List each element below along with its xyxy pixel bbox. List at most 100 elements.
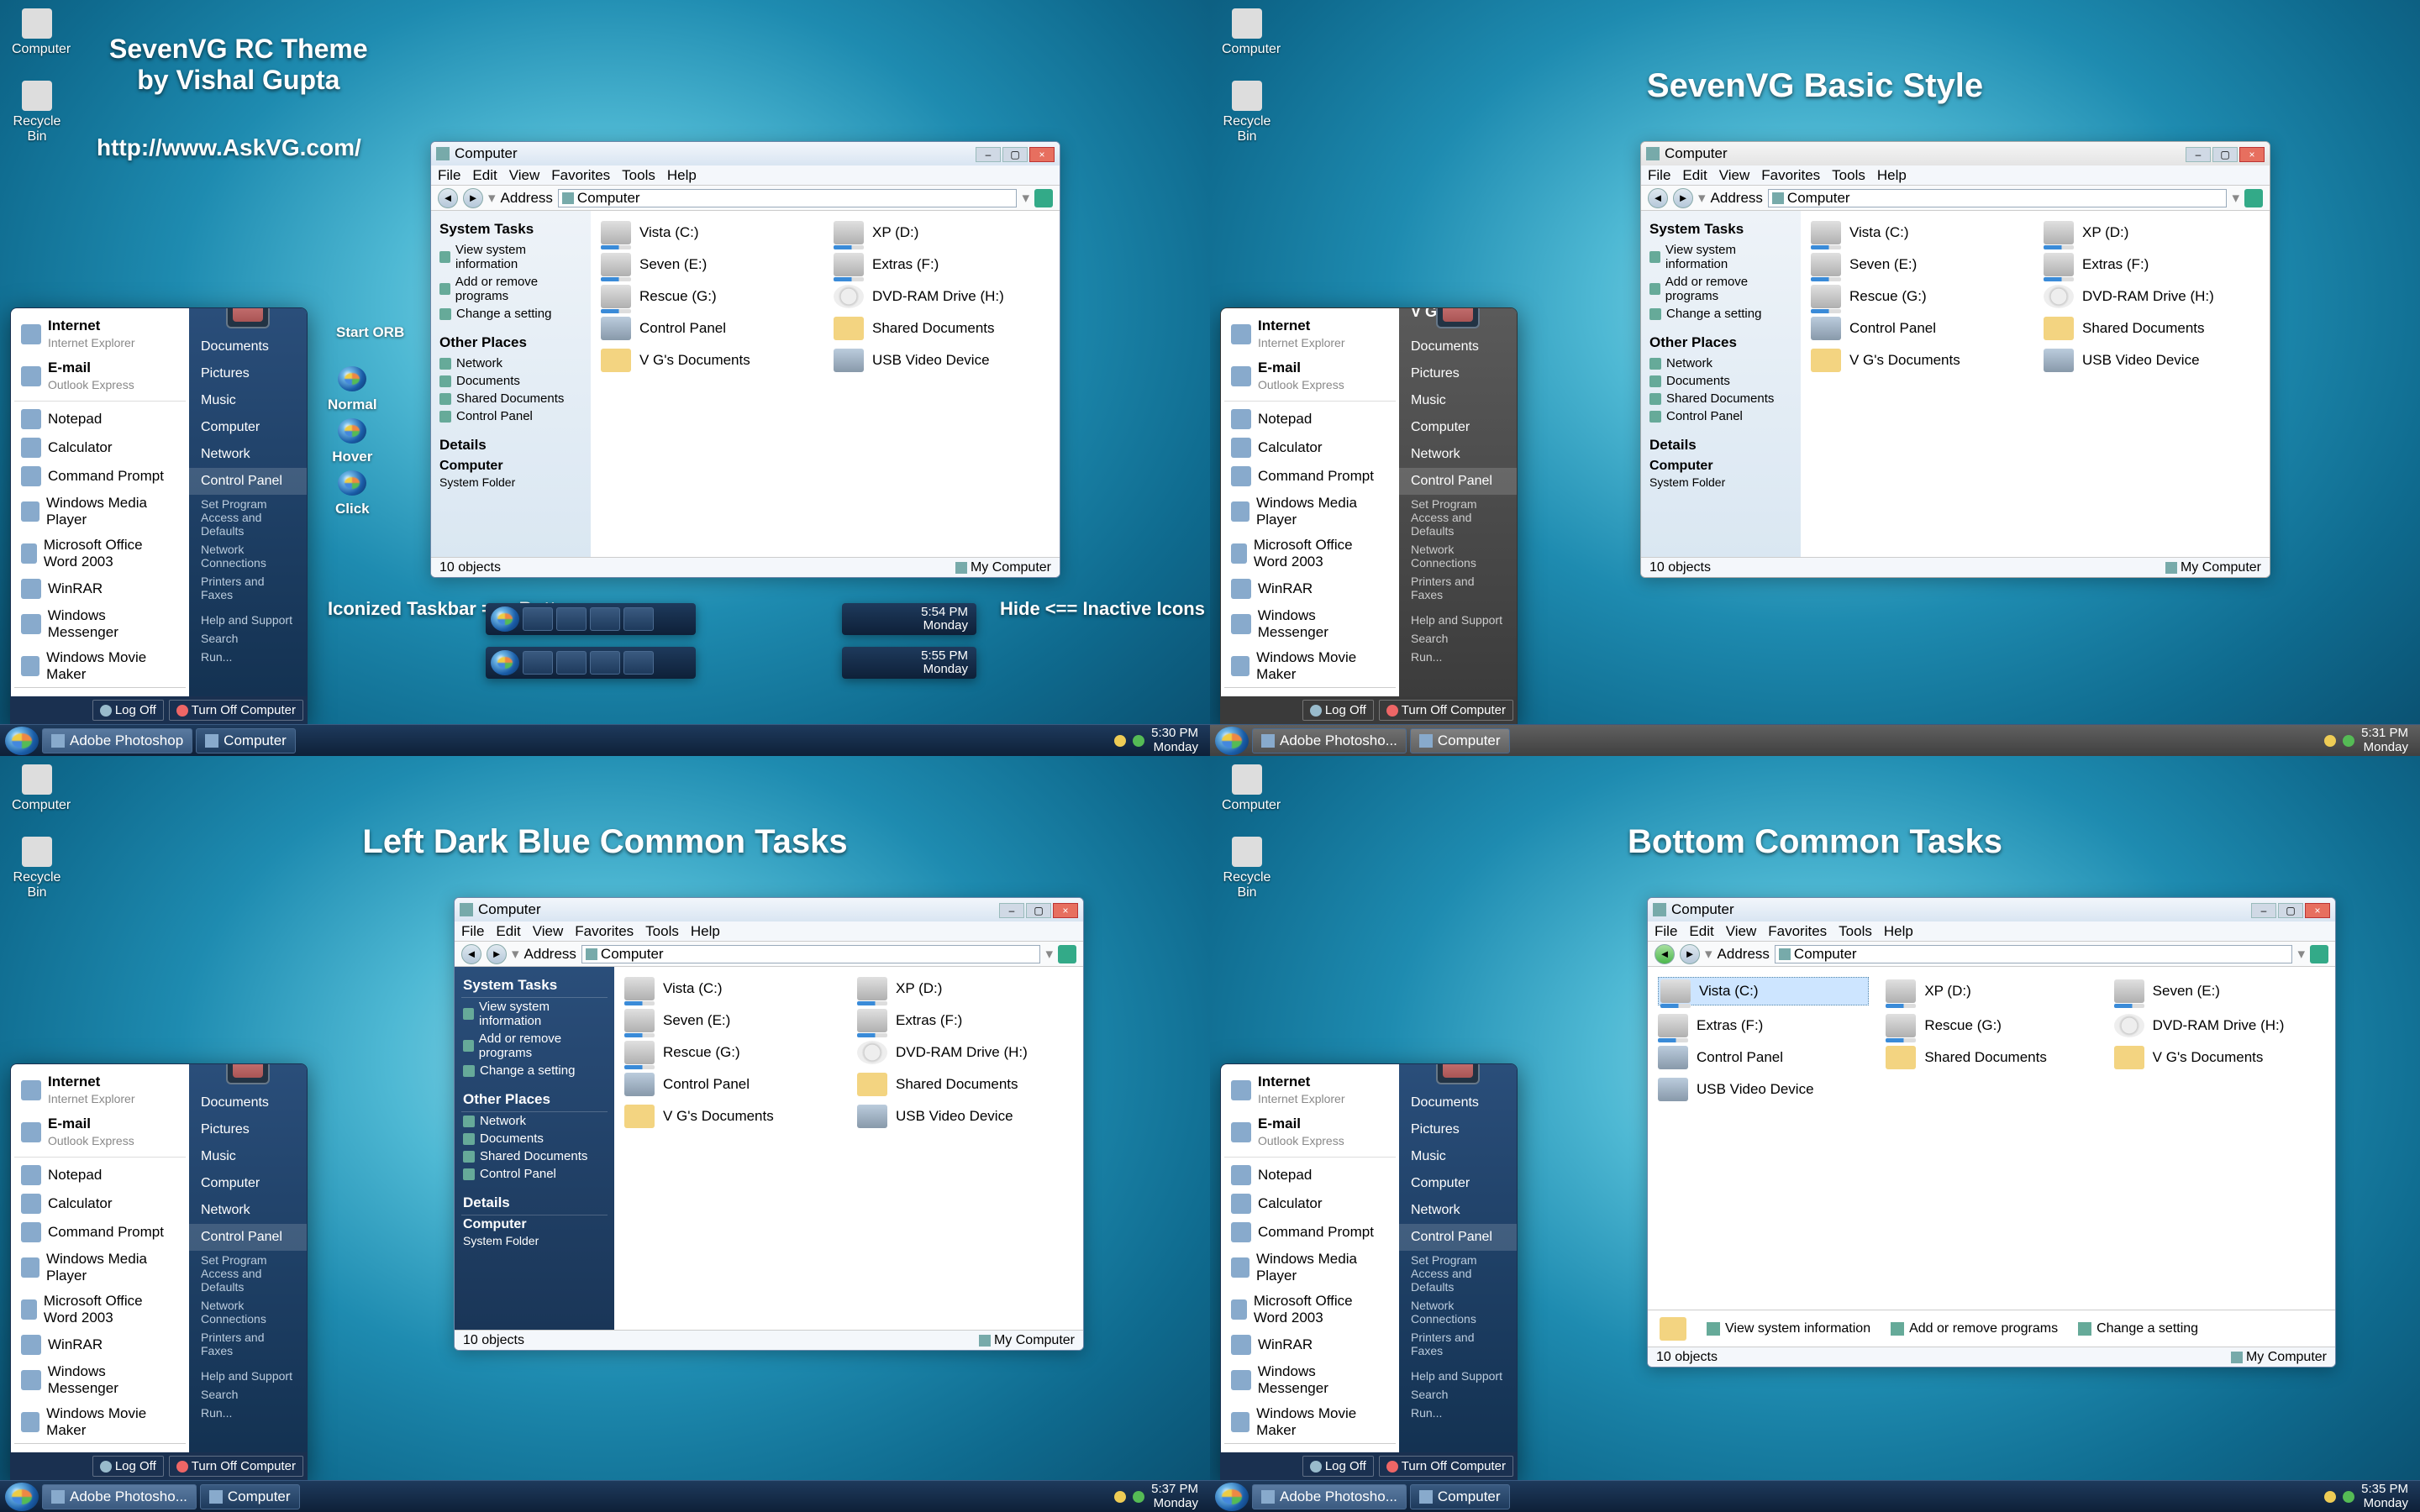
start-right-item-selected[interactable]: Control Panel bbox=[189, 1224, 307, 1251]
start-app-item[interactable]: Calculator bbox=[1224, 433, 1396, 462]
place-item[interactable]: Shared Documents bbox=[461, 1147, 608, 1165]
drive-item[interactable]: USB Video Device bbox=[857, 1105, 1073, 1128]
system-tray[interactable]: 5:37 PMMonday bbox=[1107, 1483, 1205, 1510]
start-right-sub[interactable]: Printers and Faxes bbox=[189, 572, 307, 604]
start-orb[interactable] bbox=[1215, 1483, 1249, 1511]
start-right-item[interactable]: Music bbox=[189, 1143, 307, 1170]
start-app-item[interactable]: Windows Messenger bbox=[1224, 603, 1396, 645]
drive-item[interactable]: Seven (E:) bbox=[601, 253, 817, 276]
address-input[interactable]: Computer bbox=[1768, 189, 2228, 207]
drive-item[interactable]: Vista (C:) bbox=[601, 221, 817, 244]
start-right-sub[interactable]: Network Connections bbox=[189, 540, 307, 572]
maximize-button[interactable]: ▢ bbox=[2278, 903, 2303, 918]
drive-item[interactable]: Control Panel bbox=[601, 317, 817, 340]
drive-item[interactable]: Control Panel bbox=[1811, 317, 2027, 340]
start-right-item[interactable]: Documents bbox=[189, 333, 307, 360]
taskbar-icon-button[interactable] bbox=[590, 651, 620, 675]
drive-item[interactable]: DVD-RAM Drive (H:) bbox=[834, 285, 1050, 308]
start-right-item[interactable]: Music bbox=[189, 387, 307, 414]
start-app-item[interactable]: Calculator bbox=[1224, 1189, 1396, 1218]
start-right-item[interactable]: Music bbox=[1399, 1143, 1517, 1170]
taskbar-btn-computer[interactable]: Computer bbox=[200, 1484, 300, 1509]
drive-item[interactable]: Extras (F:) bbox=[857, 1009, 1073, 1032]
menu-edit[interactable]: Edit bbox=[472, 167, 497, 184]
menu-help[interactable]: Help bbox=[1877, 167, 1907, 184]
logoff-button[interactable]: Log Off bbox=[92, 1456, 164, 1477]
taskbar-btn-computer[interactable]: Computer bbox=[196, 728, 296, 753]
start-app-item[interactable]: Windows Messenger bbox=[14, 1359, 186, 1401]
start-app-item[interactable]: Microsoft Office Word 2003 bbox=[14, 1289, 186, 1331]
start-right-sub[interactable]: Set Program Access and Defaults bbox=[189, 495, 307, 540]
drive-item[interactable]: Rescue (G:) bbox=[601, 285, 817, 308]
logoff-button[interactable]: Log Off bbox=[1302, 1456, 1374, 1477]
drive-item[interactable]: USB Video Device bbox=[2044, 349, 2260, 372]
drive-item[interactable]: V G's Documents bbox=[601, 349, 817, 372]
desktop-icon-computer[interactable]: Computer bbox=[12, 764, 62, 813]
taskbar-btn-photoshop[interactable]: Adobe Photosho... bbox=[42, 1484, 197, 1509]
close-button[interactable]: × bbox=[2305, 903, 2330, 918]
start-app-item[interactable]: Windows Media Player bbox=[1224, 1247, 1396, 1289]
start-app-item[interactable]: Windows Movie Maker bbox=[1224, 645, 1396, 687]
taskbar-icon-button[interactable] bbox=[523, 607, 553, 631]
start-right-item[interactable]: Pictures bbox=[1399, 1116, 1517, 1143]
place-item[interactable]: Control Panel bbox=[1648, 407, 1794, 425]
task-item[interactable]: View system information bbox=[461, 998, 608, 1030]
start-app-item[interactable]: Microsoft Office Word 2003 bbox=[1224, 1289, 1396, 1331]
address-input[interactable]: Computer bbox=[1775, 945, 2293, 963]
drive-item[interactable]: Seven (E:) bbox=[1811, 253, 2027, 276]
menu-file[interactable]: File bbox=[1648, 167, 1670, 184]
drive-item[interactable]: Shared Documents bbox=[2044, 317, 2260, 340]
drive-item[interactable]: Rescue (G:) bbox=[1811, 285, 2027, 308]
start-pinned-item[interactable]: InternetInternet Explorer bbox=[1224, 313, 1396, 355]
start-app-item[interactable]: Windows Media Player bbox=[14, 1247, 186, 1289]
drive-item[interactable]: V G's Documents bbox=[2114, 1046, 2325, 1069]
desktop-icon-computer[interactable]: Computer bbox=[1222, 8, 1272, 57]
start-pinned-item[interactable]: E-mailOutlook Express bbox=[1224, 1111, 1396, 1153]
drive-item[interactable]: DVD-RAM Drive (H:) bbox=[2044, 285, 2260, 308]
explorer-titlebar[interactable]: Computer –▢× bbox=[431, 142, 1060, 165]
start-app-item[interactable]: Command Prompt bbox=[1224, 462, 1396, 491]
start-app-item[interactable]: WinRAR bbox=[14, 1331, 186, 1359]
start-right-lower[interactable]: Search bbox=[189, 629, 307, 648]
maximize-button[interactable]: ▢ bbox=[1002, 147, 1028, 162]
start-right-lower[interactable]: Run... bbox=[189, 1404, 307, 1422]
drive-item[interactable]: Control Panel bbox=[1658, 1046, 1869, 1069]
start-right-item[interactable]: Computer bbox=[1399, 414, 1517, 441]
place-control-panel[interactable]: Control Panel bbox=[438, 407, 584, 425]
nav-forward-button[interactable]: ► bbox=[1673, 188, 1693, 208]
start-right-item[interactable]: Computer bbox=[1399, 1170, 1517, 1197]
maximize-button[interactable]: ▢ bbox=[1026, 903, 1051, 918]
start-right-lower[interactable]: Help and Support bbox=[1399, 1367, 1517, 1385]
start-app-item[interactable]: Windows Movie Maker bbox=[1224, 1401, 1396, 1443]
start-app-item[interactable]: Windows Media Player bbox=[14, 491, 186, 533]
minimize-button[interactable]: – bbox=[2251, 903, 2276, 918]
explorer-titlebar[interactable]: Computer–▢× bbox=[1648, 898, 2335, 921]
tray-icon[interactable] bbox=[1133, 735, 1144, 747]
place-item[interactable]: Documents bbox=[461, 1130, 608, 1147]
go-button[interactable] bbox=[2244, 189, 2263, 207]
start-right-lower[interactable]: Search bbox=[1399, 629, 1517, 648]
minimize-button[interactable]: – bbox=[2186, 147, 2211, 162]
go-button[interactable] bbox=[1034, 189, 1053, 207]
address-input[interactable]: Computer bbox=[558, 189, 1018, 207]
place-documents[interactable]: Documents bbox=[438, 372, 584, 390]
minimize-button[interactable]: – bbox=[976, 147, 1001, 162]
menu-file[interactable]: File bbox=[438, 167, 460, 184]
system-tray[interactable]: 5:30 PMMonday bbox=[1107, 727, 1205, 754]
start-right-item[interactable]: Documents bbox=[1399, 333, 1517, 360]
start-right-item[interactable]: Computer bbox=[189, 414, 307, 441]
start-right-sub[interactable]: Set Program Access and Defaults bbox=[1399, 1251, 1517, 1296]
nav-forward-button[interactable]: ► bbox=[1680, 944, 1700, 964]
start-right-lower[interactable]: Search bbox=[1399, 1385, 1517, 1404]
start-app-item[interactable]: Microsoft Office Word 2003 bbox=[14, 533, 186, 575]
drive-item[interactable]: Rescue (G:) bbox=[624, 1041, 840, 1064]
taskbar[interactable]: Adobe Photosho... Computer 5:31 PMMonday bbox=[1210, 724, 2420, 756]
taskbar-icon-button[interactable] bbox=[556, 607, 587, 631]
start-app-item[interactable]: Windows Media Player bbox=[1224, 491, 1396, 533]
start-right-item-selected[interactable]: Control Panel bbox=[1399, 1224, 1517, 1251]
drive-item[interactable]: Extras (F:) bbox=[834, 253, 1050, 276]
start-right-item[interactable]: Network bbox=[1399, 441, 1517, 468]
taskbar-btn-photoshop[interactable]: Adobe Photosho... bbox=[1252, 728, 1407, 753]
start-orb[interactable] bbox=[1215, 727, 1249, 755]
start-right-item[interactable]: Documents bbox=[1399, 1089, 1517, 1116]
